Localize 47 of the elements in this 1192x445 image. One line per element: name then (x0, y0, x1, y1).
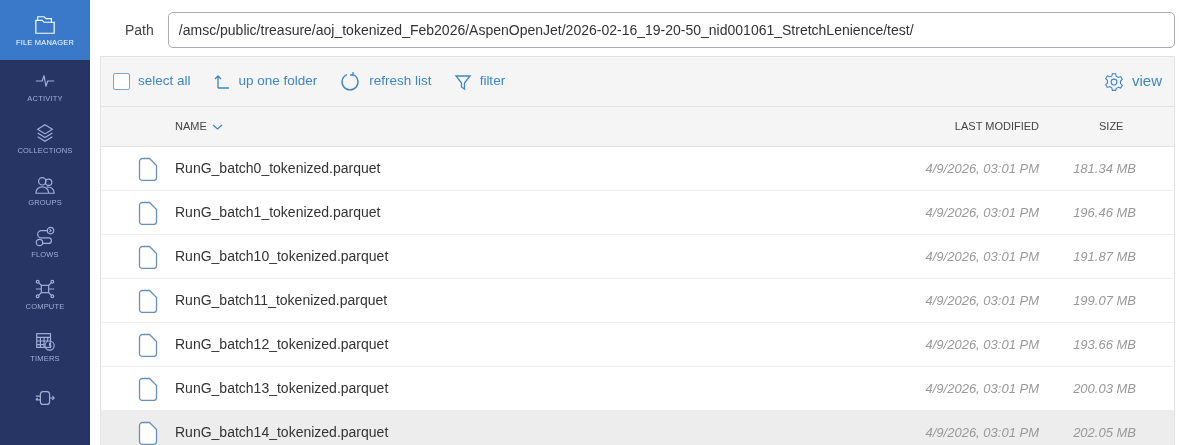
modified-date: 4/9/2026, 03:01 PM (925, 248, 1039, 264)
up-folder-button[interactable]: up one folder (212, 71, 318, 92)
file-name: RunG_batch1_tokenized.parquet (175, 203, 381, 222)
file-name: RunG_batch11_tokenized.parquet (175, 291, 388, 310)
file-size: 200.03 MB (1073, 380, 1136, 396)
chip-icon (34, 277, 56, 300)
modified-date: 4/9/2026, 03:01 PM (925, 160, 1039, 176)
modified-date: 4/9/2026, 03:01 PM (925, 424, 1039, 440)
modified-date: 4/9/2026, 03:01 PM (925, 204, 1039, 220)
sort-chevron-icon (211, 122, 223, 131)
select-all-checkbox[interactable]: select all (113, 71, 191, 92)
modified-date: 4/9/2026, 03:01 PM (925, 380, 1039, 396)
filter-icon (453, 72, 472, 91)
file-size: 181.34 MB (1073, 160, 1136, 176)
file-size: 196.46 MB (1073, 204, 1136, 220)
filter-button[interactable]: filter (453, 71, 506, 92)
refresh-button[interactable]: refresh list (339, 70, 432, 93)
file-size: 191.87 MB (1073, 248, 1136, 264)
file-name: RunG_batch10_tokenized.parquet (175, 247, 389, 266)
column-header[interactable]: SIZE (1099, 120, 1124, 133)
file-name: RunG_batch14_tokenized.parquet (175, 423, 389, 442)
file-size: 193.66 MB (1073, 336, 1136, 352)
file-icon (138, 332, 158, 357)
modified-date: 4/9/2026, 03:01 PM (925, 292, 1039, 308)
view-button[interactable]: view (1104, 70, 1162, 93)
file-size: 202.05 MB (1073, 424, 1136, 440)
file-icon (138, 420, 158, 445)
name-column-header[interactable]: NAME (101, 118, 839, 135)
file-icon (138, 288, 158, 313)
file-icon (138, 244, 158, 269)
folder-icon (34, 13, 56, 36)
file-name: RunG_batch0_tokenized.parquet (175, 159, 381, 178)
path-label: Path (125, 20, 154, 40)
flow-icon (34, 225, 56, 248)
file-icon (138, 376, 158, 401)
file-name: RunG_batch12_tokenized.parquet (175, 335, 389, 354)
layers-icon (34, 121, 56, 144)
file-icon (138, 200, 158, 225)
gear-icon (1104, 71, 1124, 92)
refresh-icon (339, 70, 362, 93)
file-size: 199.07 MB (1073, 292, 1136, 308)
file-row[interactable]: RunG_batch14_tokenized.parquet 4/9/2026, 03:01 PM 202.05 MB (101, 411, 1174, 445)
file-icon (138, 156, 158, 181)
modified-date: 4/9/2026, 03:01 PM (925, 336, 1039, 352)
path-field[interactable]: /amsc/public/treasure/aoj_tokenized_Feb2026/AspenOpenJet/2026-02-16_19-20-50_nid001061_StretchLenience/test/ (167, 12, 1175, 48)
column-header[interactable]: LAST MODIFIED (954, 120, 1039, 133)
file-name: RunG_batch13_tokenized.parquet (175, 379, 389, 398)
